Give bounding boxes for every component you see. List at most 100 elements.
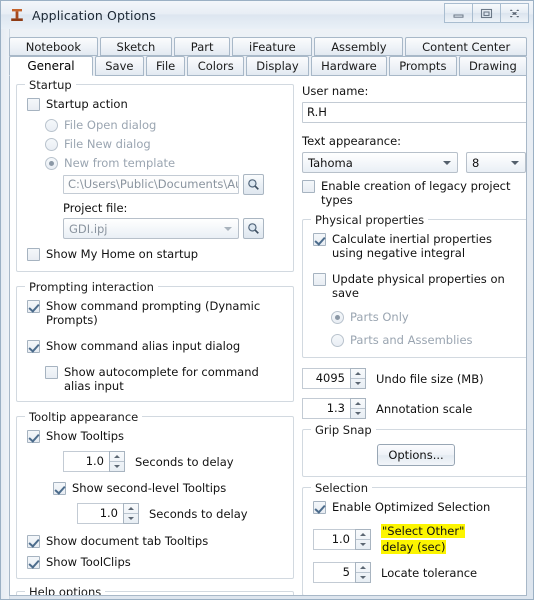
tooltip-delay-2-value[interactable]: 1.0 — [77, 503, 123, 524]
user-name-input[interactable]: R.H — [302, 102, 526, 123]
annotation-scale-stepper[interactable]: 1.3 — [302, 398, 366, 419]
show-tooltips-label: Show Tooltips — [46, 429, 125, 443]
select-other-delay-stepper[interactable]: 1.0 — [313, 528, 371, 550]
locate-tolerance-value[interactable]: 5 — [313, 562, 355, 583]
undo-down-button[interactable] — [351, 379, 365, 388]
tooltip-delay-2-down-button[interactable] — [124, 514, 138, 523]
tab-file[interactable]: File — [145, 56, 186, 76]
locate-tolerance-stepper[interactable]: 5 — [313, 562, 371, 583]
project-browse-button[interactable] — [243, 218, 264, 239]
annotation-down-button[interactable] — [351, 409, 365, 418]
select-other-up-button[interactable] — [356, 530, 370, 540]
tab-display[interactable]: Display — [246, 56, 309, 76]
restore-button[interactable] — [472, 3, 501, 23]
tab-hardware[interactable]: Hardware — [310, 56, 387, 76]
select-other-delay-value[interactable]: 1.0 — [313, 528, 355, 550]
tab-notebook[interactable]: Notebook — [9, 37, 98, 56]
tab-drawing[interactable]: Drawing — [458, 56, 528, 76]
undo-file-size-value[interactable]: 4095 — [302, 368, 350, 389]
minimize-button[interactable] — [444, 3, 473, 23]
second-level-tooltips-row[interactable]: Show second-level Tooltips — [53, 481, 283, 495]
tooltip-delay-2-up-button[interactable] — [124, 504, 138, 514]
project-file-value: GDI.ipj — [69, 221, 108, 236]
tab-colors[interactable]: Colors — [187, 56, 245, 76]
tab-ifeature[interactable]: iFeature — [232, 37, 313, 56]
tooltip-delay-1-value[interactable]: 1.0 — [63, 451, 109, 472]
locate-tolerance-label: Locate tolerance — [381, 565, 478, 580]
arrow-up-icon — [114, 455, 120, 458]
window-controls — [444, 3, 529, 23]
show-my-home-row[interactable]: Show My Home on startup — [27, 247, 283, 261]
grip-snap-options-button[interactable]: Options... — [377, 444, 455, 466]
show-command-alias-checkbox[interactable] — [27, 340, 40, 353]
show-my-home-checkbox[interactable] — [27, 248, 40, 261]
close-button[interactable] — [500, 3, 529, 23]
tab-sketch[interactable]: Sketch — [99, 37, 173, 56]
enable-optimized-selection-checkbox[interactable] — [313, 501, 326, 514]
file-open-dialog-radio[interactable] — [45, 119, 58, 132]
legacy-project-types-row[interactable]: Enable creation of legacy project types — [302, 179, 526, 207]
show-command-prompting-label: Show command prompting (Dynamic Prompts) — [46, 299, 261, 327]
tab-content-center[interactable]: Content Center — [405, 37, 528, 56]
startup-action-checkbox[interactable] — [27, 98, 40, 111]
update-physical-properties-row[interactable]: Update physical properties on save — [313, 272, 519, 300]
font-family-combo[interactable]: Tahoma — [302, 152, 458, 173]
enable-optimized-selection-row[interactable]: Enable Optimized Selection — [313, 500, 519, 514]
locate-tolerance-up-button[interactable] — [356, 563, 370, 573]
locate-tolerance-down-button[interactable] — [356, 573, 370, 582]
parts-and-assemblies-radio[interactable] — [331, 334, 344, 347]
tab-save[interactable]: Save — [95, 56, 144, 76]
show-command-prompting-row[interactable]: Show command prompting (Dynamic Prompts) — [27, 299, 283, 327]
show-autocomplete-checkbox[interactable] — [45, 366, 58, 379]
calculate-inertial-label: Calculate inertial properties using nega… — [332, 232, 492, 260]
tooltip-delay-1-up-button[interactable] — [110, 452, 124, 462]
show-tooltips-row[interactable]: Show Tooltips — [27, 429, 283, 443]
undo-up-button[interactable] — [351, 369, 365, 379]
file-new-dialog-radio[interactable] — [45, 138, 58, 151]
select-other-down-button[interactable] — [356, 540, 370, 549]
tab-assembly[interactable]: Assembly — [314, 37, 404, 56]
new-from-template-label: New from template — [64, 156, 176, 170]
document-tab-tooltips-row[interactable]: Show document tab Tooltips — [27, 534, 283, 548]
show-autocomplete-row[interactable]: Show autocomplete for command alias inpu… — [45, 365, 283, 393]
annotation-up-button[interactable] — [351, 399, 365, 409]
undo-file-size-stepper[interactable]: 4095 — [302, 368, 366, 389]
toolclips-checkbox[interactable] — [27, 556, 40, 569]
calculate-inertial-checkbox[interactable] — [313, 233, 326, 246]
template-browse-button[interactable] — [243, 174, 264, 195]
tab-row-upper: Notebook Sketch Part iFeature Assembly C… — [9, 37, 528, 56]
update-physical-properties-checkbox[interactable] — [313, 273, 326, 286]
second-level-tooltips-checkbox[interactable] — [53, 482, 66, 495]
show-command-alias-row[interactable]: Show command alias input dialog — [27, 339, 283, 353]
project-file-combo[interactable]: GDI.ipj — [63, 218, 239, 239]
parts-and-assemblies-row[interactable]: Parts and Assemblies — [331, 333, 519, 347]
magnifier-icon — [248, 223, 259, 234]
show-command-prompting-checkbox[interactable] — [27, 300, 40, 313]
annotation-scale-value[interactable]: 1.3 — [302, 398, 350, 419]
legacy-project-types-checkbox[interactable] — [302, 180, 315, 193]
magnifier-icon — [248, 179, 259, 190]
toolclips-row[interactable]: Show ToolClips — [27, 555, 283, 569]
tooltip-delay-1-stepper[interactable]: 1.0 — [63, 451, 125, 472]
select-other-label-line1: "Select Other" — [381, 524, 466, 538]
tab-general[interactable]: General — [9, 56, 93, 76]
calculate-inertial-row[interactable]: Calculate inertial properties using nega… — [313, 232, 519, 260]
radio-file-open-dialog[interactable]: File Open dialog — [45, 118, 283, 132]
startup-action-row[interactable]: Startup action — [27, 97, 283, 111]
radio-new-from-template[interactable]: New from template — [45, 156, 283, 170]
tab-part[interactable]: Part — [174, 37, 231, 56]
tab-prompts[interactable]: Prompts — [388, 56, 457, 76]
show-tooltips-checkbox[interactable] — [27, 430, 40, 443]
font-size-combo[interactable]: 8 — [466, 152, 526, 173]
enable-optimized-selection-label: Enable Optimized Selection — [332, 500, 491, 514]
parts-only-radio[interactable] — [331, 311, 344, 324]
show-my-home-label: Show My Home on startup — [46, 247, 199, 261]
tooltip-delay-2-stepper[interactable]: 1.0 — [77, 503, 139, 524]
parts-only-row[interactable]: Parts Only — [331, 310, 519, 324]
document-tab-tooltips-checkbox[interactable] — [27, 535, 40, 548]
tooltip-delay-1-down-button[interactable] — [110, 462, 124, 471]
new-from-template-radio[interactable] — [45, 157, 58, 170]
template-path-input[interactable]: C:\Users\Public\Documents\Autodesk\I — [63, 175, 239, 194]
select-other-delay-row: 1.0 "Select Other" delay (sec) — [313, 523, 519, 555]
radio-file-new-dialog[interactable]: File New dialog — [45, 137, 283, 151]
